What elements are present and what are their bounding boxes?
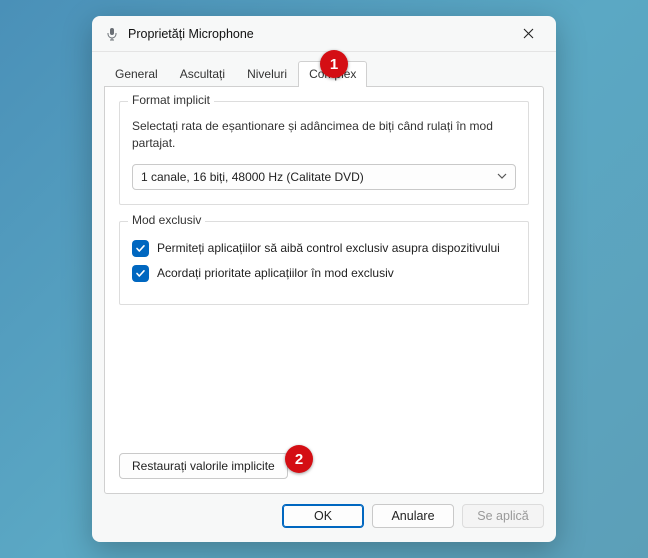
group-title: Format implicit	[128, 93, 214, 107]
tab-label: Niveluri	[247, 67, 287, 81]
checkbox-exclusive-control[interactable]	[132, 240, 149, 257]
check-icon	[135, 268, 146, 279]
group-exclusive-mode: Mod exclusiv Permiteți aplicațiilor să a…	[119, 221, 529, 305]
checkbox-label: Acordați prioritate aplicațiilor în mod …	[157, 266, 394, 280]
tab-label: General	[115, 67, 158, 81]
titlebar: Proprietăți Microphone	[92, 16, 556, 52]
sample-rate-select[interactable]: 1 canale, 16 biți, 48000 Hz (Calitate DV…	[132, 164, 516, 190]
button-label: Restaurați valorile implicite	[132, 459, 275, 473]
tab-bar: General Ascultați Niveluri Complex 1	[92, 52, 556, 86]
tab-levels[interactable]: Niveluri	[236, 61, 298, 87]
checkbox-exclusive-priority[interactable]	[132, 265, 149, 282]
checkbox-label: Permiteți aplicațiilor să aibă control e…	[157, 241, 500, 255]
microphone-icon	[104, 26, 120, 42]
group-title: Mod exclusiv	[128, 213, 205, 227]
group-description: Selectați rata de eșantionare și adâncim…	[132, 118, 516, 152]
button-label: Anulare	[391, 509, 434, 523]
tab-general[interactable]: General	[104, 61, 169, 87]
annotation-marker-1: 1	[320, 50, 348, 78]
checkbox-row-exclusive-control: Permiteți aplicațiilor să aibă control e…	[132, 240, 516, 257]
cancel-button[interactable]: Anulare	[372, 504, 454, 528]
chevron-down-icon	[497, 171, 507, 182]
tab-listen[interactable]: Ascultați	[169, 61, 236, 87]
button-label: Se aplică	[477, 509, 528, 523]
group-default-format: Format implicit Selectați rata de eșanti…	[119, 101, 529, 205]
window-title: Proprietăți Microphone	[128, 27, 254, 41]
checkbox-row-exclusive-priority: Acordați prioritate aplicațiilor în mod …	[132, 265, 516, 282]
ok-button[interactable]: OK	[282, 504, 364, 528]
annotation-marker-2: 2	[285, 445, 313, 473]
tab-panel-advanced: Format implicit Selectați rata de eșanti…	[104, 86, 544, 494]
close-icon	[523, 26, 534, 42]
close-button[interactable]	[506, 19, 550, 49]
restore-defaults-button[interactable]: Restaurați valorile implicite	[119, 453, 288, 479]
check-icon	[135, 243, 146, 254]
dialog-footer: OK Anulare Se aplică	[92, 504, 556, 542]
microphone-properties-dialog: Proprietăți Microphone General Ascultați…	[92, 16, 556, 542]
tab-label: Ascultați	[180, 67, 225, 81]
button-label: OK	[314, 509, 332, 523]
select-value: 1 canale, 16 biți, 48000 Hz (Calitate DV…	[141, 170, 364, 184]
apply-button: Se aplică	[462, 504, 544, 528]
